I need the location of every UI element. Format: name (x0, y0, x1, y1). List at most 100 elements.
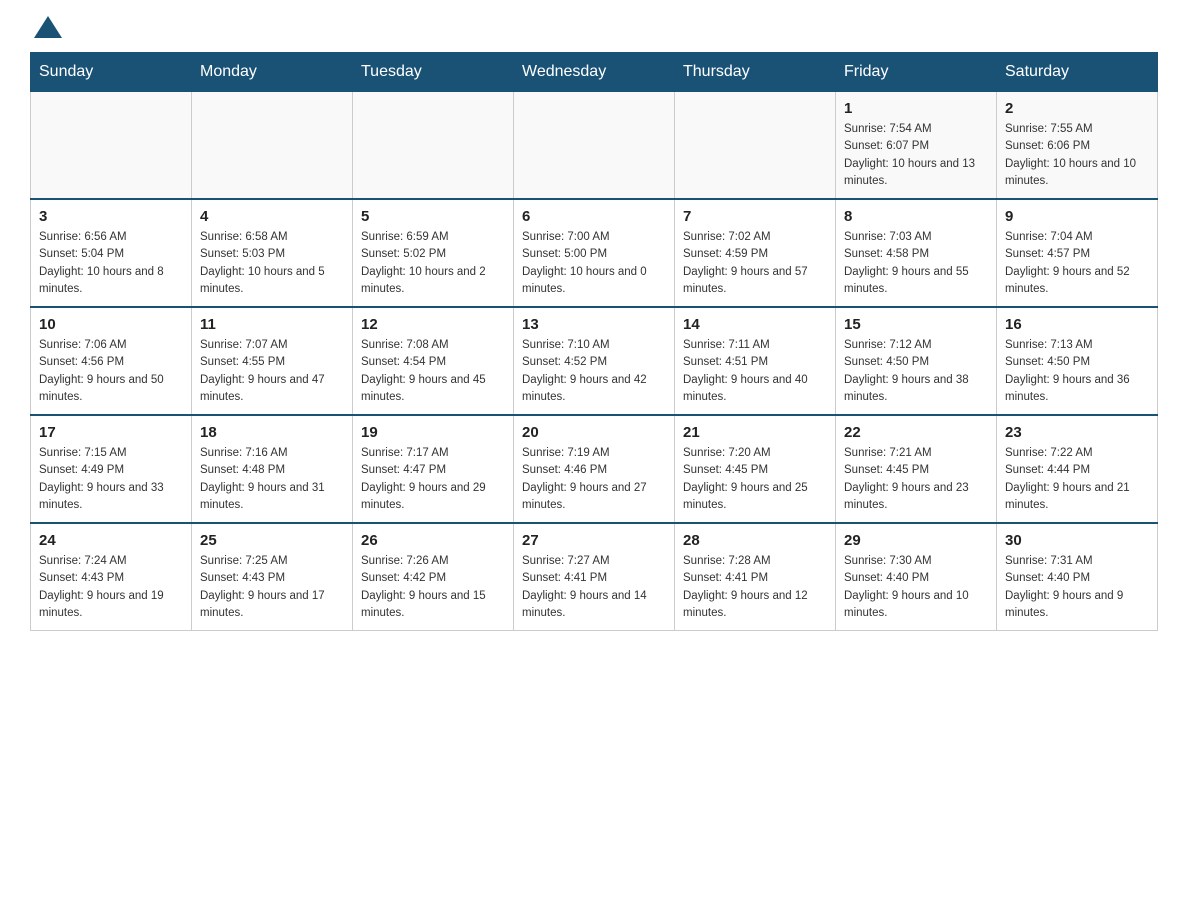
column-header-monday: Monday (192, 53, 353, 92)
day-number: 14 (683, 316, 827, 333)
column-header-sunday: Sunday (31, 53, 192, 92)
calendar-cell (31, 92, 192, 200)
calendar-cell: 10 Sunrise: 7:06 AMSunset: 4:56 PMDayligh… (31, 307, 192, 415)
day-info: Sunrise: 7:28 AMSunset: 4:41 PMDaylight:… (683, 553, 827, 622)
day-info: Sunrise: 7:21 AMSunset: 4:45 PMDaylight:… (844, 445, 988, 514)
day-info: Sunrise: 7:10 AMSunset: 4:52 PMDaylight:… (522, 337, 666, 406)
day-info: Sunrise: 7:24 AMSunset: 4:43 PMDaylight:… (39, 553, 183, 622)
day-number: 9 (1005, 208, 1149, 225)
calendar-cell: 18 Sunrise: 7:16 AMSunset: 4:48 PMDayligh… (192, 415, 353, 523)
day-number: 16 (1005, 316, 1149, 333)
day-number: 2 (1005, 100, 1149, 117)
calendar-cell: 4 Sunrise: 6:58 AMSunset: 5:03 PMDaylight… (192, 199, 353, 307)
calendar-cell: 29Sunrise: 7:30 AMSunset: 4:40 PMDayligh… (836, 523, 997, 631)
day-number: 12 (361, 316, 505, 333)
calendar-cell: 28 Sunrise: 7:28 AMSunset: 4:41 PMDayligh… (675, 523, 836, 631)
day-info: Sunrise: 7:07 AMSunset: 4:55 PMDaylight:… (200, 337, 344, 406)
day-info: Sunrise: 7:26 AMSunset: 4:42 PMDaylight:… (361, 553, 505, 622)
day-number: 26 (361, 532, 505, 549)
calendar-cell: 25 Sunrise: 7:25 AMSunset: 4:43 PMDayligh… (192, 523, 353, 631)
calendar-header-row: SundayMondayTuesdayWednesdayThursdayFrid… (31, 53, 1158, 92)
calendar-week-row: 24 Sunrise: 7:24 AMSunset: 4:43 PMDayligh… (31, 523, 1158, 631)
calendar-cell: 2 Sunrise: 7:55 AMSunset: 6:06 PMDaylight… (997, 92, 1158, 200)
page-header (30, 20, 1158, 32)
day-info: Sunrise: 7:20 AMSunset: 4:45 PMDaylight:… (683, 445, 827, 514)
calendar-week-row: 17 Sunrise: 7:15 AMSunset: 4:49 PMDayligh… (31, 415, 1158, 523)
day-info: Sunrise: 6:59 AMSunset: 5:02 PMDaylight:… (361, 229, 505, 298)
calendar-cell: 17 Sunrise: 7:15 AMSunset: 4:49 PMDayligh… (31, 415, 192, 523)
calendar-week-row: 3 Sunrise: 6:56 AMSunset: 5:04 PMDaylight… (31, 199, 1158, 307)
calendar-cell: 11 Sunrise: 7:07 AMSunset: 4:55 PMDayligh… (192, 307, 353, 415)
day-info: Sunrise: 7:02 AMSunset: 4:59 PMDaylight:… (683, 229, 827, 298)
calendar-cell: 30 Sunrise: 7:31 AMSunset: 4:40 PMDayligh… (997, 523, 1158, 631)
day-info: Sunrise: 7:06 AMSunset: 4:56 PMDaylight:… (39, 337, 183, 406)
day-info: Sunrise: 7:03 AMSunset: 4:58 PMDaylight:… (844, 229, 988, 298)
day-number: 10 (39, 316, 183, 333)
calendar-cell: 13 Sunrise: 7:10 AMSunset: 4:52 PMDayligh… (514, 307, 675, 415)
calendar-cell: 26 Sunrise: 7:26 AMSunset: 4:42 PMDayligh… (353, 523, 514, 631)
calendar-cell (514, 92, 675, 200)
day-number: 17 (39, 424, 183, 441)
day-info: Sunrise: 7:11 AMSunset: 4:51 PMDaylight:… (683, 337, 827, 406)
day-info: Sunrise: 7:12 AMSunset: 4:50 PMDaylight:… (844, 337, 988, 406)
day-info: Sunrise: 7:04 AMSunset: 4:57 PMDaylight:… (1005, 229, 1149, 298)
day-info: Sunrise: 6:58 AMSunset: 5:03 PMDaylight:… (200, 229, 344, 298)
calendar-cell: 9 Sunrise: 7:04 AMSunset: 4:57 PMDaylight… (997, 199, 1158, 307)
calendar-cell: 6Sunrise: 7:00 AMSunset: 5:00 PMDaylight… (514, 199, 675, 307)
day-info: Sunrise: 7:13 AMSunset: 4:50 PMDaylight:… (1005, 337, 1149, 406)
logo (30, 20, 62, 32)
day-number: 29 (844, 532, 988, 549)
day-info: Sunrise: 7:19 AMSunset: 4:46 PMDaylight:… (522, 445, 666, 514)
day-info: Sunrise: 7:54 AMSunset: 6:07 PMDaylight:… (844, 121, 988, 190)
day-info: Sunrise: 7:25 AMSunset: 4:43 PMDaylight:… (200, 553, 344, 622)
day-number: 24 (39, 532, 183, 549)
day-number: 8 (844, 208, 988, 225)
calendar-cell: 16 Sunrise: 7:13 AMSunset: 4:50 PMDayligh… (997, 307, 1158, 415)
day-info: Sunrise: 7:17 AMSunset: 4:47 PMDaylight:… (361, 445, 505, 514)
calendar-cell: 8 Sunrise: 7:03 AMSunset: 4:58 PMDaylight… (836, 199, 997, 307)
day-number: 20 (522, 424, 666, 441)
column-header-wednesday: Wednesday (514, 53, 675, 92)
day-number: 22 (844, 424, 988, 441)
day-number: 1 (844, 100, 988, 117)
day-info: Sunrise: 7:27 AMSunset: 4:41 PMDaylight:… (522, 553, 666, 622)
day-info: Sunrise: 7:31 AMSunset: 4:40 PMDaylight:… (1005, 553, 1149, 622)
day-info: Sunrise: 7:55 AMSunset: 6:06 PMDaylight:… (1005, 121, 1149, 190)
calendar-cell: 24 Sunrise: 7:24 AMSunset: 4:43 PMDayligh… (31, 523, 192, 631)
logo-triangle-icon (34, 16, 62, 38)
day-number: 25 (200, 532, 344, 549)
day-info: Sunrise: 7:08 AMSunset: 4:54 PMDaylight:… (361, 337, 505, 406)
day-number: 23 (1005, 424, 1149, 441)
day-number: 7 (683, 208, 827, 225)
calendar-cell: 5 Sunrise: 6:59 AMSunset: 5:02 PMDaylight… (353, 199, 514, 307)
day-number: 19 (361, 424, 505, 441)
calendar-week-row: 1 Sunrise: 7:54 AMSunset: 6:07 PMDaylight… (31, 92, 1158, 200)
day-number: 5 (361, 208, 505, 225)
day-number: 13 (522, 316, 666, 333)
calendar-cell: 20 Sunrise: 7:19 AMSunset: 4:46 PMDayligh… (514, 415, 675, 523)
day-info: Sunrise: 6:56 AMSunset: 5:04 PMDaylight:… (39, 229, 183, 298)
calendar-cell (353, 92, 514, 200)
calendar-cell: 19 Sunrise: 7:17 AMSunset: 4:47 PMDayligh… (353, 415, 514, 523)
calendar-cell: 12 Sunrise: 7:08 AMSunset: 4:54 PMDayligh… (353, 307, 514, 415)
calendar-cell: 22 Sunrise: 7:21 AMSunset: 4:45 PMDayligh… (836, 415, 997, 523)
day-number: 11 (200, 316, 344, 333)
calendar-cell: 23Sunrise: 7:22 AMSunset: 4:44 PMDayligh… (997, 415, 1158, 523)
day-info: Sunrise: 7:16 AMSunset: 4:48 PMDaylight:… (200, 445, 344, 514)
calendar-cell (192, 92, 353, 200)
column-header-saturday: Saturday (997, 53, 1158, 92)
day-number: 18 (200, 424, 344, 441)
column-header-friday: Friday (836, 53, 997, 92)
day-info: Sunrise: 7:15 AMSunset: 4:49 PMDaylight:… (39, 445, 183, 514)
day-number: 3 (39, 208, 183, 225)
day-number: 30 (1005, 532, 1149, 549)
day-number: 4 (200, 208, 344, 225)
calendar-cell: 7 Sunrise: 7:02 AMSunset: 4:59 PMDaylight… (675, 199, 836, 307)
calendar-table: SundayMondayTuesdayWednesdayThursdayFrid… (30, 52, 1158, 631)
calendar-week-row: 10 Sunrise: 7:06 AMSunset: 4:56 PMDayligh… (31, 307, 1158, 415)
day-number: 28 (683, 532, 827, 549)
calendar-cell: 3 Sunrise: 6:56 AMSunset: 5:04 PMDaylight… (31, 199, 192, 307)
day-number: 6 (522, 208, 666, 225)
column-header-thursday: Thursday (675, 53, 836, 92)
day-number: 27 (522, 532, 666, 549)
